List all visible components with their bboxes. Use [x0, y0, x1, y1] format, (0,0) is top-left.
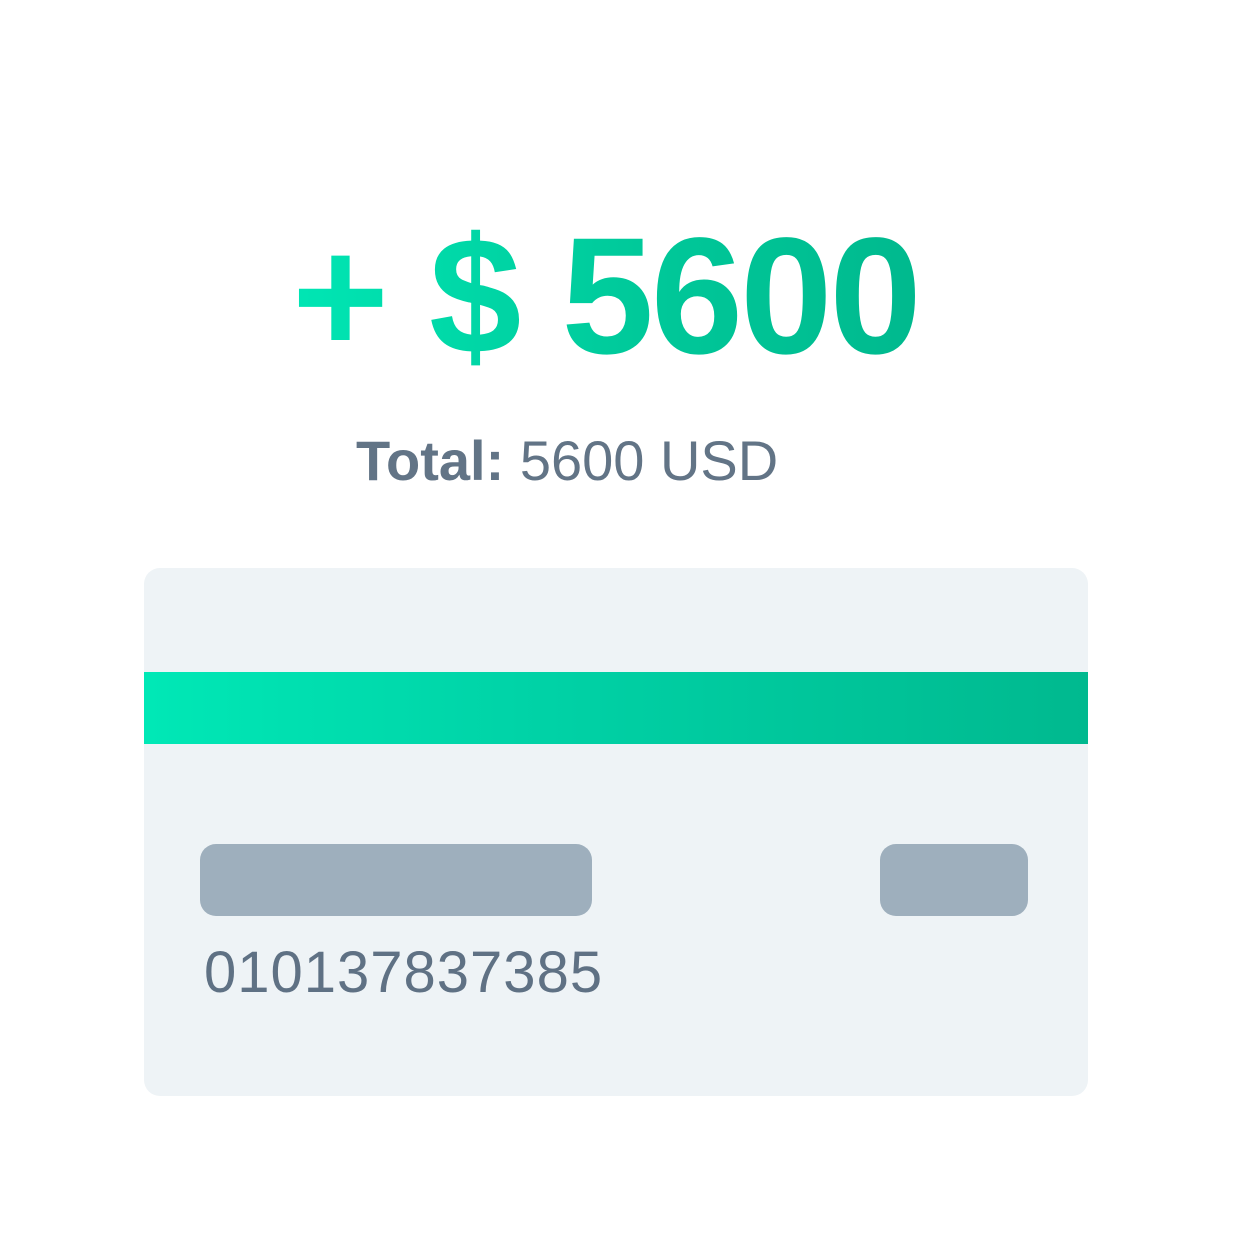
total-value: 5600 USD — [519, 429, 779, 492]
card-cvv-placeholder-bar — [880, 844, 1028, 916]
total-line: Total: 5600 USD — [356, 428, 778, 494]
card-holder-placeholder-bar — [200, 844, 592, 916]
total-label: Total: — [356, 429, 505, 492]
credit-card: 010137837385 — [144, 568, 1088, 1096]
card-magnetic-stripe — [144, 672, 1088, 744]
amount-display: + $ 5600 — [292, 204, 922, 389]
card-number: 010137837385 — [204, 940, 604, 1005]
